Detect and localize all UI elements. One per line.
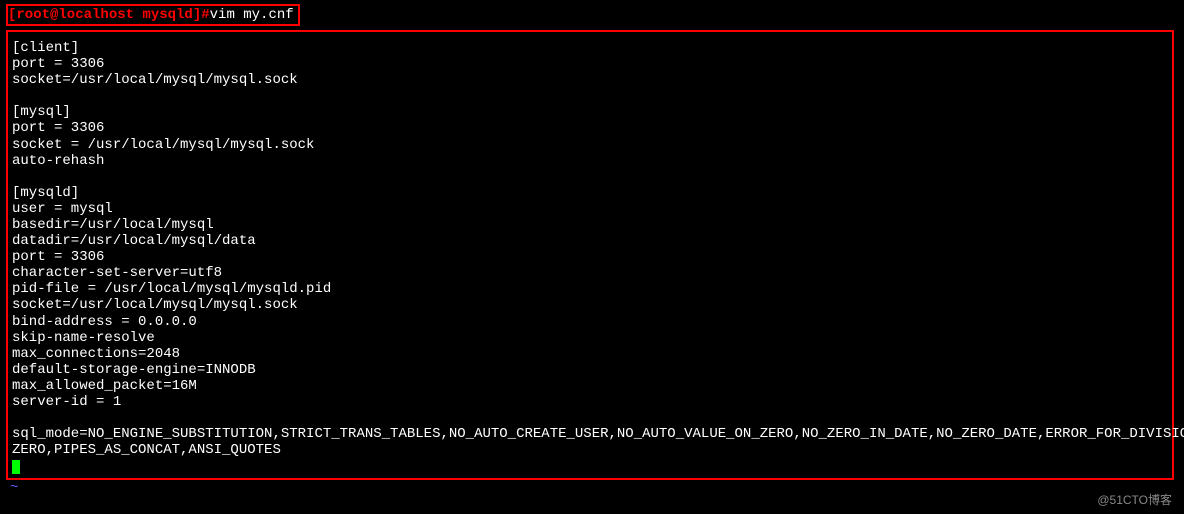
prompt-command: vim my.cnf — [210, 7, 294, 23]
file-text-area[interactable]: [client]port = 3306socket=/usr/local/mys… — [12, 40, 1168, 458]
config-line[interactable]: default-storage-engine=INNODB — [12, 362, 1168, 378]
vim-editor-content[interactable]: [client]port = 3306socket=/usr/local/mys… — [6, 30, 1174, 480]
config-line[interactable]: [client] — [12, 40, 1168, 56]
config-line[interactable]: [mysqld] — [12, 185, 1168, 201]
config-line[interactable]: socket = /usr/local/mysql/mysql.sock — [12, 137, 1168, 153]
vim-empty-line-tilde: ~ — [6, 480, 1178, 496]
config-line[interactable]: skip-name-resolve — [12, 330, 1168, 346]
config-line[interactable]: bind-address = 0.0.0.0 — [12, 314, 1168, 330]
config-line[interactable]: datadir=/usr/local/mysql/data — [12, 233, 1168, 249]
prompt-user-host: [root@localhost mysqld]# — [8, 7, 210, 23]
config-line[interactable]: ZERO,PIPES_AS_CONCAT,ANSI_QUOTES — [12, 442, 1168, 458]
config-line[interactable]: port = 3306 — [12, 56, 1168, 72]
vim-cursor — [12, 460, 20, 474]
config-line[interactable]: basedir=/usr/local/mysql — [12, 217, 1168, 233]
config-line[interactable]: auto-rehash — [12, 153, 1168, 169]
config-line[interactable]: max_connections=2048 — [12, 346, 1168, 362]
config-line[interactable] — [12, 88, 1168, 104]
terminal-window[interactable]: [root@localhost mysqld]#vim my.cnf [clie… — [0, 0, 1184, 500]
config-line[interactable]: port = 3306 — [12, 249, 1168, 265]
config-line[interactable]: socket=/usr/local/mysql/mysql.sock — [12, 72, 1168, 88]
config-line[interactable] — [12, 410, 1168, 426]
config-line[interactable]: character-set-server=utf8 — [12, 265, 1168, 281]
config-line[interactable]: [mysql] — [12, 104, 1168, 120]
config-line[interactable]: port = 3306 — [12, 120, 1168, 136]
config-line[interactable]: sql_mode=NO_ENGINE_SUBSTITUTION,STRICT_T… — [12, 426, 1168, 442]
config-line[interactable]: socket=/usr/local/mysql/mysql.sock — [12, 297, 1168, 313]
config-line[interactable] — [12, 169, 1168, 185]
config-line[interactable]: pid-file = /usr/local/mysql/mysqld.pid — [12, 281, 1168, 297]
watermark-label: @51CTO博客 — [1097, 491, 1172, 508]
config-line[interactable]: user = mysql — [12, 201, 1168, 217]
shell-prompt-line: [root@localhost mysqld]#vim my.cnf — [6, 4, 300, 26]
config-line[interactable]: server-id = 1 — [12, 394, 1168, 410]
config-line[interactable]: max_allowed_packet=16M — [12, 378, 1168, 394]
